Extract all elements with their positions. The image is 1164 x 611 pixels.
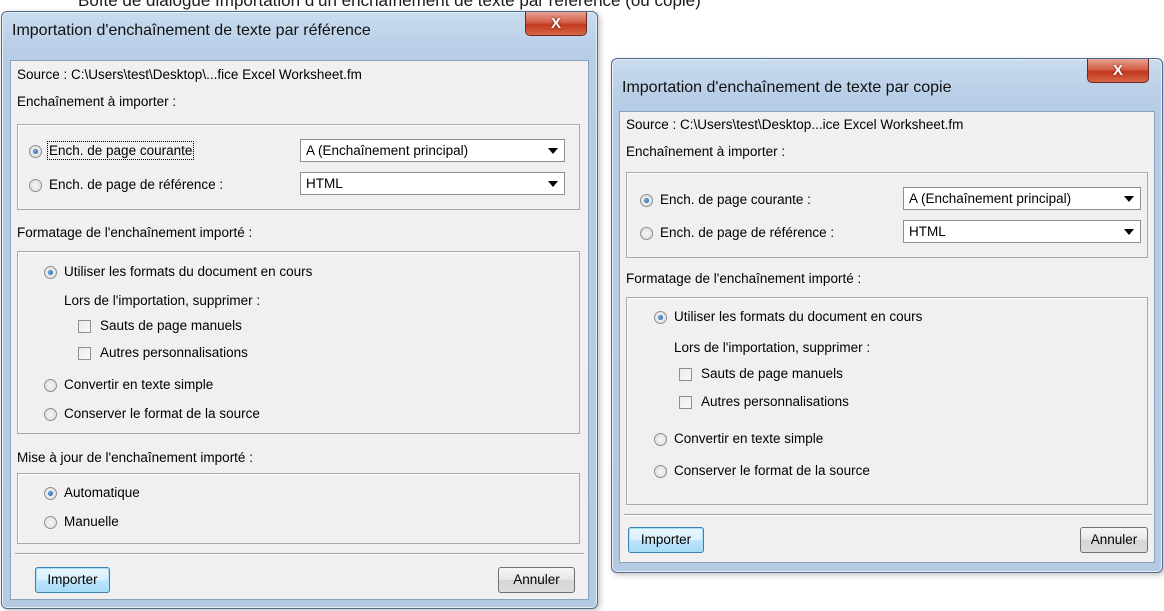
other-overrides-checkbox[interactable] <box>78 347 91 360</box>
manual-label[interactable]: Manuelle <box>64 514 119 529</box>
other-overrides-label[interactable]: Autres personnalisations <box>100 345 248 360</box>
chevron-down-icon <box>548 148 558 154</box>
keep-format-label[interactable]: Conserver le format de la source <box>64 406 260 421</box>
button-separator <box>624 514 1152 516</box>
plain-text-label[interactable]: Convertir en texte simple <box>64 377 213 392</box>
dialog-client-area: Source : C:\Users\test\Desktop...ice Exc… <box>619 111 1155 563</box>
dialog-client-area: Source : C:\Users\test\Desktop\...fice E… <box>10 60 589 600</box>
ref-page-radio[interactable] <box>29 179 42 192</box>
current-page-radio[interactable] <box>29 145 42 158</box>
flow-group <box>17 124 580 210</box>
source-path: Source : C:\Users\test\Desktop\...fice E… <box>17 67 362 82</box>
source-path: Source : C:\Users\test\Desktop...ice Exc… <box>626 117 964 132</box>
plain-text-radio[interactable] <box>654 433 667 446</box>
update-section-label: Mise à jour de l'enchaînement importé : <box>17 450 253 465</box>
cancel-button[interactable]: Annuler <box>1080 527 1148 553</box>
automatic-radio[interactable] <box>44 487 57 500</box>
manual-breaks-checkbox[interactable] <box>679 368 692 381</box>
current-page-label[interactable]: Ench. de page courante <box>46 141 195 160</box>
other-overrides-checkbox[interactable] <box>679 396 692 409</box>
keep-format-radio[interactable] <box>44 408 57 421</box>
figure-caption: Boîte de dialogue Importation d’un encha… <box>78 0 701 10</box>
keep-format-radio[interactable] <box>654 465 667 478</box>
ref-page-select[interactable]: HTML <box>903 220 1141 243</box>
ref-page-label[interactable]: Ench. de page de référence : <box>660 225 834 240</box>
format-section-label: Formatage de l'enchaînement importé : <box>626 271 862 286</box>
close-icon: X <box>550 15 561 32</box>
import-button[interactable]: Importer <box>628 527 704 553</box>
current-page-select[interactable]: A (Enchaînement principal) <box>300 139 565 162</box>
use-formats-label[interactable]: Utiliser les formats du document en cour… <box>64 264 312 279</box>
ref-page-select-value: HTML <box>306 176 343 191</box>
current-page-select[interactable]: A (Enchaînement principal) <box>903 187 1141 210</box>
current-page-select-value: A (Enchaînement principal) <box>306 143 469 158</box>
use-formats-radio[interactable] <box>654 311 667 324</box>
current-page-label[interactable]: Ench. de page courante : <box>660 192 811 207</box>
chevron-down-icon <box>1124 229 1134 235</box>
current-page-radio[interactable] <box>640 194 653 207</box>
automatic-label[interactable]: Automatique <box>64 485 140 500</box>
flow-section-label: Enchaînement à importer : <box>626 144 786 159</box>
manual-breaks-label[interactable]: Sauts de page manuels <box>701 366 843 381</box>
ref-page-label[interactable]: Ench. de page de référence : <box>49 177 223 192</box>
dialog-import-by-reference: Importation d'enchaînement de texte par … <box>1 11 598 609</box>
close-button[interactable]: X <box>1087 59 1149 83</box>
other-overrides-label[interactable]: Autres personnalisations <box>701 394 849 409</box>
dialog-title: Importation d'enchaînement de texte par … <box>622 79 952 96</box>
use-formats-radio[interactable] <box>44 266 57 279</box>
ref-page-radio[interactable] <box>640 227 653 240</box>
close-icon: X <box>1112 62 1123 79</box>
dialog-import-by-copy: Importation d'enchaînement de texte par … <box>611 58 1163 573</box>
remove-label: Lors de l'importation, supprimer : <box>64 293 261 308</box>
format-section-label: Formatage de l'enchaînement importé : <box>17 225 253 240</box>
import-button[interactable]: Importer <box>35 567 110 593</box>
remove-label: Lors de l'importation, supprimer : <box>674 340 871 355</box>
update-group <box>17 473 580 544</box>
manual-radio[interactable] <box>44 516 57 529</box>
button-separator <box>15 553 584 555</box>
cancel-button[interactable]: Annuler <box>498 567 575 593</box>
chevron-down-icon <box>1124 196 1134 202</box>
manual-breaks-label[interactable]: Sauts de page manuels <box>100 318 242 333</box>
plain-text-label[interactable]: Convertir en texte simple <box>674 431 823 446</box>
plain-text-radio[interactable] <box>44 379 57 392</box>
manual-breaks-checkbox[interactable] <box>78 320 91 333</box>
dialog-title: Importation d'enchaînement de texte par … <box>12 22 371 39</box>
flow-section-label: Enchaînement à importer : <box>17 94 177 109</box>
use-formats-label[interactable]: Utiliser les formats du document en cour… <box>674 309 922 324</box>
ref-page-select-value: HTML <box>909 224 946 239</box>
close-button[interactable]: X <box>525 12 587 36</box>
chevron-down-icon <box>548 181 558 187</box>
ref-page-select[interactable]: HTML <box>300 172 565 195</box>
keep-format-label[interactable]: Conserver le format de la source <box>674 463 870 478</box>
flow-group <box>626 172 1148 258</box>
current-page-select-value: A (Enchaînement principal) <box>909 191 1072 206</box>
